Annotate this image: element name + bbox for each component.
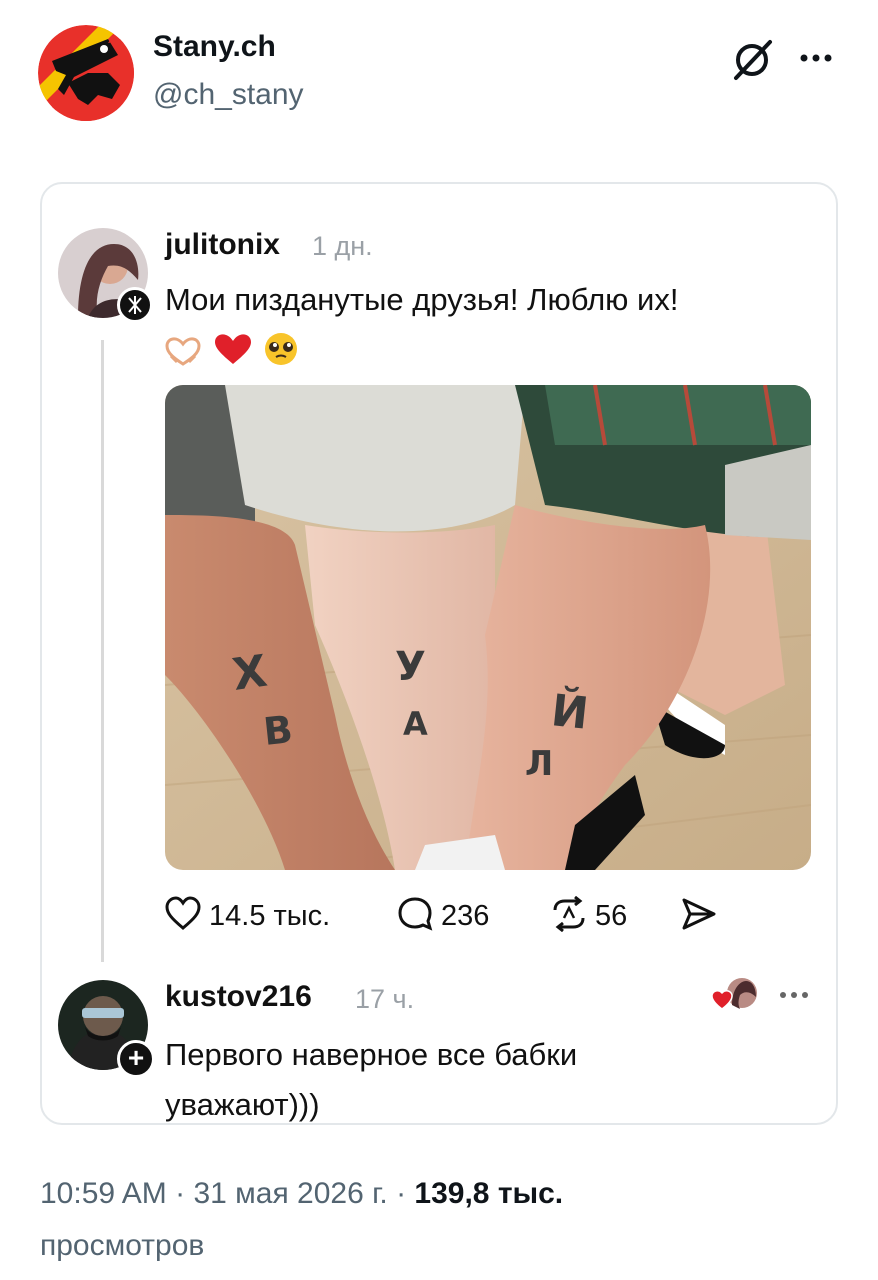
threads-badge-icon xyxy=(117,287,153,323)
meta-separator: · xyxy=(166,1177,194,1210)
emoji-row xyxy=(165,333,297,366)
more-icon[interactable] xyxy=(798,52,834,64)
svg-text:В: В xyxy=(261,707,294,754)
reply-text: Первого наверное все бабки уважают))) xyxy=(165,1037,578,1122)
quoted-timestamp: 1 дн. xyxy=(312,231,373,261)
reply-username[interactable]: kustov216 xyxy=(165,980,312,1014)
repost-icon[interactable] xyxy=(549,896,589,932)
follow-plus-button[interactable]: + xyxy=(117,1040,155,1078)
like-count: 14.5 тыс. xyxy=(209,900,331,932)
tweet-time[interactable]: 10:59 AM xyxy=(40,1177,167,1210)
repost-count: 56 xyxy=(595,900,628,932)
tweet-meta: 10:59 AM · 31 мая 2026 г. · 139,8 тыс. п… xyxy=(40,1168,840,1272)
meta-separator: · xyxy=(387,1177,415,1210)
svg-text:А: А xyxy=(403,705,428,743)
red-heart-icon xyxy=(215,334,251,364)
like-icon[interactable] xyxy=(165,896,201,932)
pleading-face-icon xyxy=(265,333,297,365)
svg-text:У: У xyxy=(395,644,426,690)
tweet-date[interactable]: 31 мая 2026 г. xyxy=(193,1177,387,1210)
reply-icon[interactable] xyxy=(397,896,433,932)
heart-hands-icon xyxy=(165,337,201,366)
reply-count: 236 xyxy=(441,900,490,932)
thread-connector-line xyxy=(101,340,104,962)
bern-bear-icon xyxy=(38,25,134,121)
share-icon[interactable] xyxy=(680,896,718,932)
svg-text:Х: Х xyxy=(229,646,270,701)
liked-by-author-icon xyxy=(711,978,757,1010)
svg-text:Л: Л xyxy=(525,744,553,784)
reply-timestamp: 17 ч. xyxy=(355,984,415,1014)
views-count[interactable]: 139,8 тыс. xyxy=(414,1177,563,1210)
svg-text:Й: Й xyxy=(549,683,591,740)
quoted-post-text: Мои пизданутые друзья! Люблю их! xyxy=(165,282,679,317)
quoted-post-actions: 14.5 тыс. 236 56 xyxy=(165,896,765,938)
post-photo[interactable]: Х В У А Й Л xyxy=(165,385,811,870)
views-label: просмотров xyxy=(40,1229,205,1262)
author-handle[interactable]: @ch_stany xyxy=(153,78,304,112)
author-name[interactable]: Stany.ch xyxy=(153,30,276,64)
author-avatar[interactable] xyxy=(38,25,134,121)
quoted-username[interactable]: julitonix xyxy=(165,228,280,262)
grok-icon[interactable] xyxy=(730,36,776,82)
tattoo-legs-photo: Х В У А Й Л xyxy=(165,385,811,870)
reply-more-icon[interactable] xyxy=(778,990,810,1000)
